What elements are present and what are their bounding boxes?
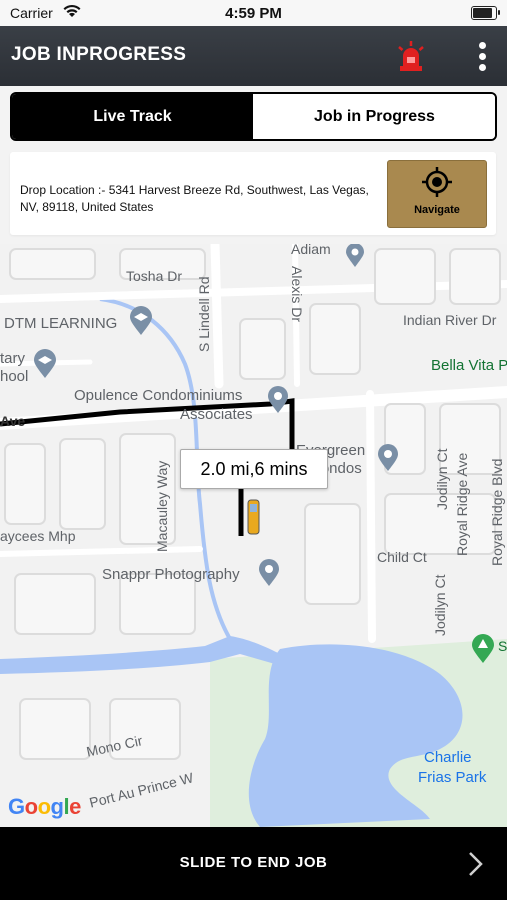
drop-location-card: Drop Location :- 5341 Harvest Breeze Rd,… [10, 152, 496, 235]
school-pin-icon[interactable] [32, 349, 58, 379]
map-label-bella-vita: Bella Vita P [431, 357, 507, 374]
map-label-s-lindell-rd: S Lindell Rd [196, 276, 212, 353]
chevron-right-icon[interactable] [466, 851, 484, 877]
location-pin-icon[interactable] [266, 386, 290, 414]
map-label-jodilyn-ct-2: Jodilyn Ct [432, 574, 448, 636]
tab-live-track[interactable]: Live Track [12, 94, 253, 139]
app-header: JOB INPROGRESS [0, 26, 507, 86]
map-label-tary: tary [0, 350, 26, 367]
map-label-adiam: Adiam [291, 244, 331, 257]
map-label-jodilyn-ct-1: Jodilyn Ct [434, 448, 450, 510]
tab-job-in-progress[interactable]: Job in Progress [254, 94, 495, 139]
map-label-child-ct: Child Ct [377, 549, 427, 565]
status-bar: Carrier 4:59 PM [0, 0, 507, 26]
map-label-snappr-photography: Snappr Photography [102, 566, 240, 583]
page-title: JOB INPROGRESS [11, 44, 187, 65]
map-label-macauley-way: Macauley Way [154, 460, 170, 552]
location-pin-icon[interactable] [257, 559, 281, 587]
crosshair-icon [422, 167, 452, 197]
location-pin-icon[interactable] [376, 444, 400, 472]
navigate-label: Navigate [414, 204, 460, 216]
map-label-ave: Ave [0, 413, 26, 429]
battery-icon [471, 6, 500, 20]
map-label-dtm-learning: DTM LEARNING [4, 315, 118, 332]
map-label-royal-ridge-ave: Royal Ridge Ave [454, 452, 470, 556]
map-label-jaycees-mhp: aycees Mhp [0, 528, 76, 544]
google-logo: Google [8, 794, 81, 819]
status-time: 4:59 PM [225, 5, 282, 22]
school-pin-icon[interactable] [128, 306, 154, 336]
map-label-hool: hool [0, 368, 29, 385]
map-label-royal-ridge-blvd: Royal Ridge Blvd [489, 458, 505, 566]
location-pin-icon[interactable] [344, 244, 366, 268]
navigate-button[interactable]: Navigate [387, 160, 487, 228]
map-label-tosha-dr: Tosha Dr [126, 268, 183, 284]
tab-bar: Live Track Job in Progress [10, 92, 497, 141]
map-label-associates: Associates [180, 406, 253, 423]
map-label-frias-park: Frias Park [418, 769, 487, 786]
siren-alert-icon[interactable] [394, 39, 428, 73]
slide-to-end-job-bar[interactable]: SLIDE TO END JOB [0, 827, 507, 900]
map-label-alexis-dr: Alexis Dr [289, 266, 305, 323]
map-label-charlie: Charlie [424, 749, 472, 766]
map-label-indian-river-dr: Indian River Dr [403, 312, 497, 328]
more-options-icon[interactable] [472, 40, 492, 74]
map-view[interactable]: Adiam Tosha Dr S Lindell Rd Alexis Dr In… [0, 244, 507, 827]
drop-location-text: Drop Location :- 5341 Harvest Breeze Rd,… [20, 183, 369, 214]
slide-to-end-job-label: SLIDE TO END JOB [179, 854, 328, 871]
park-pin-icon[interactable] [470, 634, 496, 664]
map-label-s: S [498, 638, 507, 654]
eta-label: 2.0 mi,6 mins [180, 449, 328, 489]
map-label-opulence: Opulence Condominiums [74, 387, 243, 404]
